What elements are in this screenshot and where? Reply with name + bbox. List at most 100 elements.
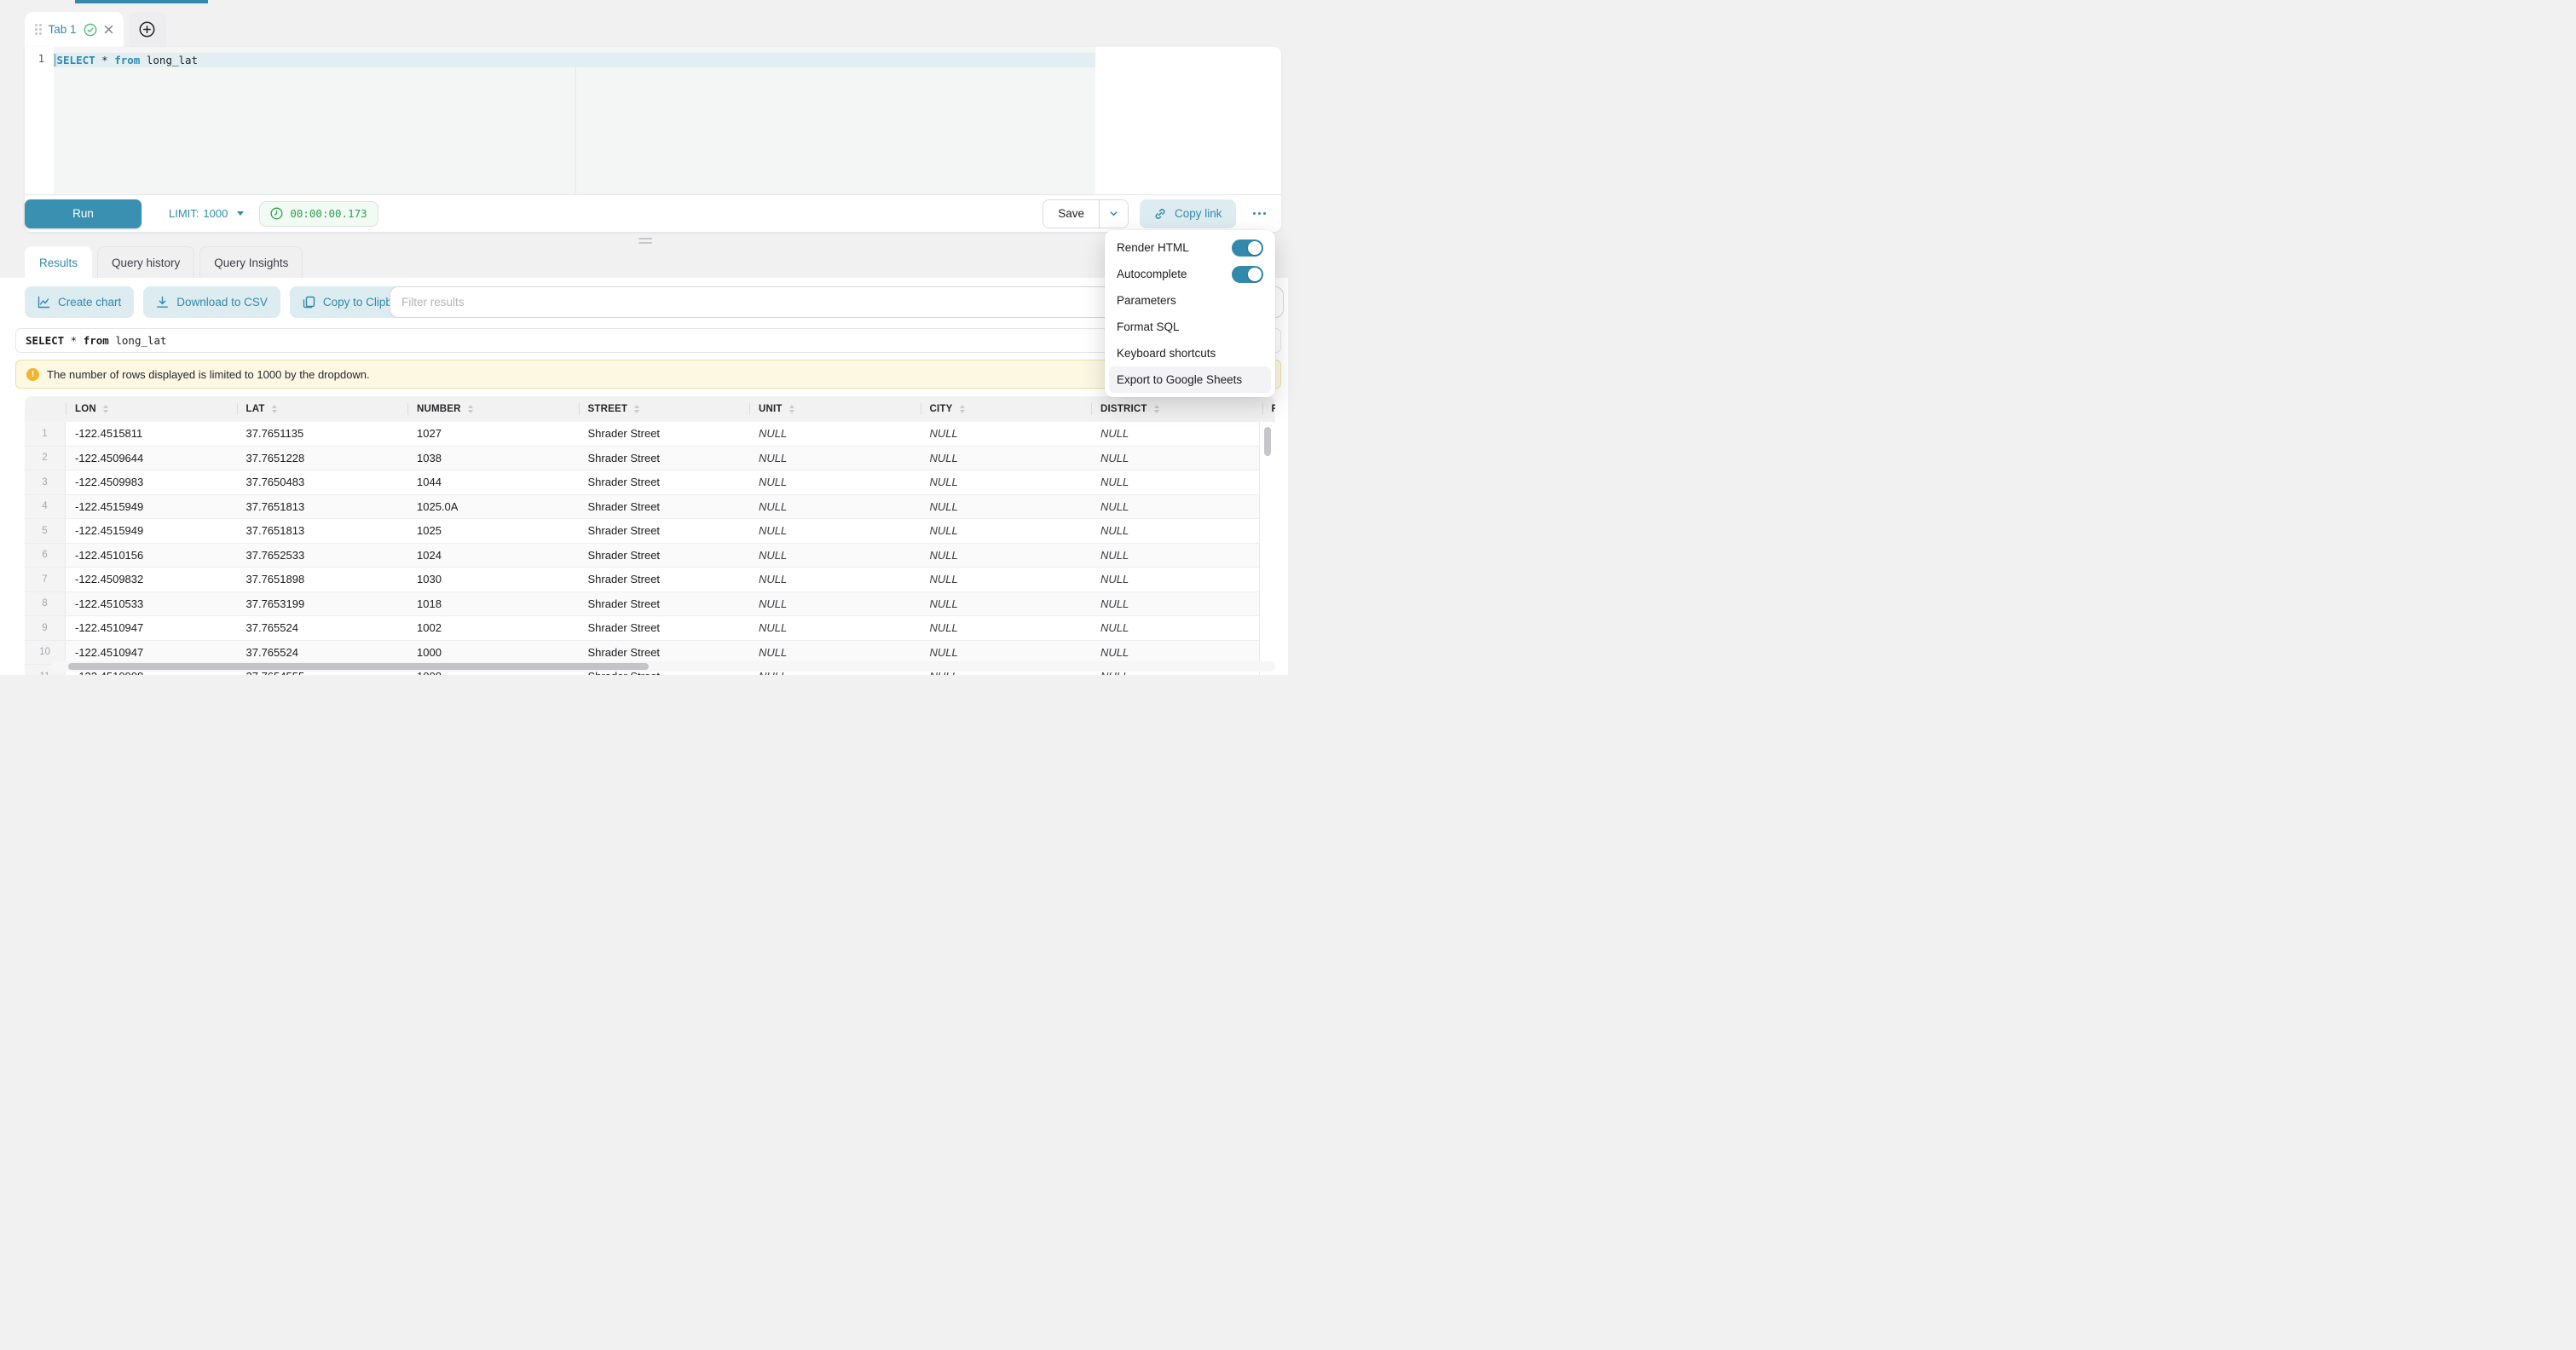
cell-number[interactable]: 1002: [407, 616, 579, 640]
cell-number[interactable]: 1030: [407, 568, 579, 591]
cell-street[interactable]: Shrader Street: [579, 616, 750, 640]
cell-unit[interactable]: NULL: [749, 544, 921, 568]
cell-lon[interactable]: -122.4510156: [66, 544, 237, 568]
cell-lat[interactable]: 37.7650483: [237, 470, 408, 494]
sort-icon[interactable]: [468, 405, 473, 413]
horizontal-scrollbar-thumb[interactable]: [68, 663, 649, 670]
cell-unit[interactable]: NULL: [749, 422, 921, 446]
table-row[interactable]: 9-122.451094737.7655241002Shrader Street…: [25, 616, 1275, 641]
cell-city[interactable]: NULL: [921, 592, 1092, 616]
sort-icon[interactable]: [103, 405, 108, 413]
table-row[interactable]: 2-122.450964437.76512281038Shrader Stree…: [25, 447, 1275, 471]
cell-number[interactable]: 1025: [407, 519, 579, 543]
cell-lat[interactable]: 37.7651813: [237, 495, 408, 519]
menu-item-parameters[interactable]: Parameters: [1109, 287, 1271, 314]
cell-lon[interactable]: -122.4515811: [66, 422, 237, 446]
sort-icon[interactable]: [1154, 405, 1159, 413]
sort-icon[interactable]: [272, 405, 277, 413]
cell-lon[interactable]: -122.4509983: [66, 470, 237, 494]
cell-unit[interactable]: NULL: [749, 616, 921, 640]
cell-street[interactable]: Shrader Street: [579, 519, 750, 543]
cell-lat[interactable]: 37.7653199: [237, 592, 408, 616]
cell-street[interactable]: Shrader Street: [579, 592, 750, 616]
save-button[interactable]: Save: [1043, 200, 1100, 228]
menu-item-render-html[interactable]: Render HTML: [1109, 234, 1271, 261]
column-header-city[interactable]: CITY: [921, 396, 1092, 422]
cell-district[interactable]: NULL: [1091, 568, 1262, 591]
cell-unit[interactable]: NULL: [749, 495, 921, 519]
column-header-street[interactable]: STREET: [579, 396, 750, 422]
tab-drag-handle-icon[interactable]: [35, 24, 42, 35]
autocomplete-toggle[interactable]: [1232, 266, 1263, 283]
cell-lon[interactable]: -122.4509644: [66, 447, 237, 470]
table-row[interactable]: 7-122.450983237.76518981030Shrader Stree…: [25, 568, 1275, 592]
cell-lat[interactable]: 37.7651898: [237, 568, 408, 591]
column-header-lat[interactable]: LAT: [237, 396, 408, 422]
cell-district[interactable]: NULL: [1091, 495, 1262, 519]
cell-district[interactable]: NULL: [1091, 422, 1262, 446]
cell-city[interactable]: NULL: [921, 447, 1092, 470]
table-row[interactable]: 4-122.451594937.76518131025.0AShrader St…: [25, 495, 1275, 520]
cell-unit[interactable]: NULL: [749, 568, 921, 591]
cell-city[interactable]: NULL: [921, 544, 1092, 568]
cell-number[interactable]: 1038: [407, 447, 579, 470]
create-chart-button[interactable]: Create chart: [25, 286, 134, 318]
cell-district[interactable]: NULL: [1091, 519, 1262, 543]
more-options-button[interactable]: [1250, 207, 1270, 221]
cell-lon[interactable]: -122.4510533: [66, 592, 237, 616]
menu-item-format-sql[interactable]: Format SQL: [1109, 314, 1271, 340]
table-row[interactable]: 5-122.451594937.76518131025Shrader Stree…: [25, 519, 1275, 544]
column-header-region[interactable]: REGION: [1262, 396, 1276, 422]
cell-district[interactable]: NULL: [1091, 447, 1262, 470]
vertical-scrollbar-thumb[interactable]: [1264, 427, 1271, 456]
sort-icon[interactable]: [789, 405, 794, 413]
cell-district[interactable]: NULL: [1091, 616, 1262, 640]
menu-item-keyboard-shortcuts[interactable]: Keyboard shortcuts: [1109, 340, 1271, 366]
cell-lat[interactable]: 37.7651813: [237, 519, 408, 543]
table-row[interactable]: 6-122.451015637.76525331024Shrader Stree…: [25, 544, 1275, 568]
cell-number[interactable]: 1025.0A: [407, 495, 579, 519]
cell-number[interactable]: 1044: [407, 470, 579, 494]
run-button[interactable]: Run: [25, 199, 142, 228]
sort-icon[interactable]: [634, 405, 639, 413]
column-header-district[interactable]: DISTRICT: [1091, 396, 1262, 422]
panel-resize-handle[interactable]: [638, 238, 652, 244]
cell-unit[interactable]: NULL: [749, 641, 921, 665]
cell-lat[interactable]: 37.7651135: [237, 422, 408, 446]
close-tab-icon[interactable]: [104, 25, 113, 34]
cell-lat[interactable]: 37.7652533: [237, 544, 408, 568]
cell-city[interactable]: NULL: [921, 519, 1092, 543]
tab-results[interactable]: Results: [25, 246, 92, 278]
cell-city[interactable]: NULL: [921, 470, 1092, 494]
cell-lat[interactable]: 37.7651228: [237, 447, 408, 470]
cell-street[interactable]: Shrader Street: [579, 495, 750, 519]
cell-street[interactable]: Shrader Street: [579, 470, 750, 494]
tab-query-history[interactable]: Query history: [97, 246, 194, 278]
column-header-number[interactable]: NUMBER: [407, 396, 579, 422]
cell-city[interactable]: NULL: [921, 568, 1092, 591]
sort-icon[interactable]: [960, 405, 965, 413]
render-html-toggle[interactable]: [1232, 239, 1263, 257]
cell-lon[interactable]: -122.4515949: [66, 519, 237, 543]
cell-unit[interactable]: NULL: [749, 470, 921, 494]
cell-street[interactable]: Shrader Street: [579, 544, 750, 568]
tab-query-insights[interactable]: Query Insights: [199, 246, 303, 278]
cell-district[interactable]: NULL: [1091, 641, 1262, 665]
cell-city[interactable]: NULL: [921, 616, 1092, 640]
download-csv-button[interactable]: Download to CSV: [143, 286, 280, 318]
cell-district[interactable]: NULL: [1091, 544, 1262, 568]
cell-city[interactable]: NULL: [921, 422, 1092, 446]
cell-number[interactable]: 1018: [407, 592, 579, 616]
cell-unit[interactable]: NULL: [749, 519, 921, 543]
query-tab[interactable]: Tab 1: [25, 12, 124, 47]
table-row[interactable]: 1-122.451581137.76511351027Shrader Stree…: [25, 422, 1275, 447]
code-editor[interactable]: SELECT * from long_lat 1: [25, 47, 1281, 194]
menu-item-export-to-google-sheets[interactable]: Export to Google Sheets: [1109, 366, 1271, 393]
copy-link-button[interactable]: Copy link: [1140, 199, 1236, 228]
save-options-button[interactable]: [1100, 200, 1128, 228]
column-header-lon[interactable]: LON: [66, 396, 237, 422]
menu-item-autocomplete[interactable]: Autocomplete: [1109, 261, 1271, 287]
cell-street[interactable]: Shrader Street: [579, 447, 750, 470]
cell-lat[interactable]: 37.765524: [237, 641, 408, 665]
vertical-scrollbar[interactable]: [1259, 422, 1275, 675]
